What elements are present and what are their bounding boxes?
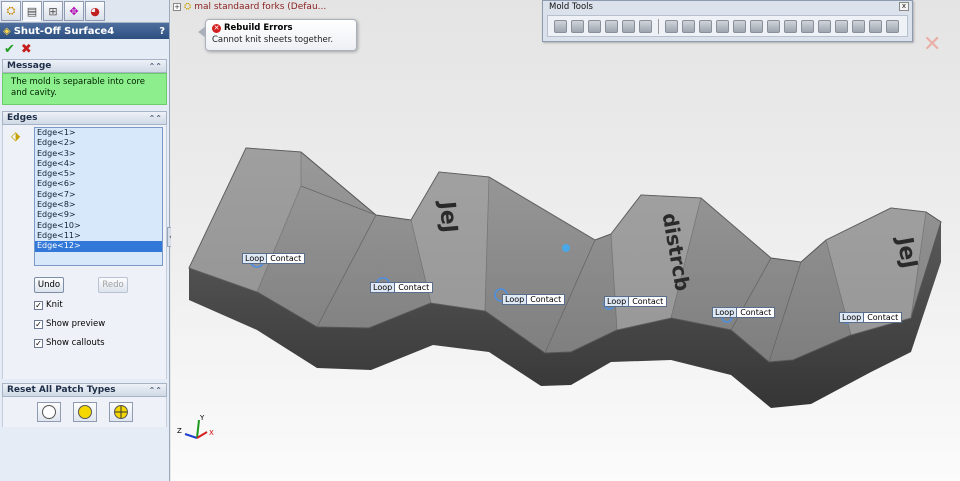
ok-cancel-row: ✔ ✖ <box>0 39 169 59</box>
yellow-circle-icon <box>77 405 92 419</box>
edges-group-header[interactable]: Edges ⌃⌃ <box>2 111 167 125</box>
patch-type-buttons <box>2 397 167 427</box>
configuration-manager-tab[interactable]: ⊞ <box>43 1 63 21</box>
callout-value[interactable]: Contact <box>737 308 774 317</box>
knit-label: Knit <box>46 300 63 310</box>
edge-list-item[interactable]: Edge<11> <box>35 231 162 241</box>
patch-none-button[interactable] <box>36 402 61 422</box>
configuration-icon: ⊞ <box>48 4 58 18</box>
show-preview-checkbox-row[interactable]: ✓ Show preview <box>34 319 105 329</box>
empty-circle-icon <box>41 405 56 419</box>
callout-key: Loop <box>503 295 528 304</box>
graphics-area[interactable]: + ⛭ mal standaard forks (Defau... ✕ Rebu… <box>171 0 960 481</box>
patch-group-title: Reset All Patch Types <box>7 385 116 395</box>
callout-key: Loop <box>713 308 738 317</box>
loop-callout[interactable]: Loop Contact <box>712 307 776 318</box>
edge-list-item[interactable]: Edge<7> <box>35 190 162 200</box>
edges-group-body: ⬗ Edge<1> Edge<2> Edge<3> Edge<4> Edge<5> Edg… <box>2 125 167 379</box>
triad-z-label: Z <box>177 427 182 435</box>
message-box: The mold is separable into core and cavi… <box>2 73 167 105</box>
dimxpert-manager-tab[interactable]: ✥ <box>64 1 84 21</box>
patch-group-header[interactable]: Reset All Patch Types ⌃⌃ <box>2 383 167 397</box>
callout-value[interactable]: Contact <box>629 297 666 306</box>
callout-value[interactable]: Contact <box>527 295 564 304</box>
reference-triad: Z Y X <box>177 414 214 439</box>
edge-list-item[interactable]: Edge<4> <box>35 159 162 169</box>
tangent-circle-icon <box>113 405 128 419</box>
show-callouts-checkbox[interactable]: ✓ <box>34 338 43 348</box>
knit-checkbox-row[interactable]: ✓ Knit <box>34 300 63 310</box>
edges-group-title: Edges <box>7 113 38 123</box>
edge-list-item[interactable]: Edge<5> <box>35 169 162 179</box>
loop-callout[interactable]: Loop Contact <box>242 253 306 264</box>
ok-checkmark-icon[interactable]: ✔ <box>4 42 15 57</box>
emboss-text-1: JeJ <box>434 199 462 234</box>
patch-tangent-button[interactable] <box>108 402 133 422</box>
edge-list-item[interactable]: Edge<1> <box>35 128 162 138</box>
callout-key: Loop <box>371 283 396 292</box>
knit-checkbox[interactable]: ✓ <box>34 300 43 310</box>
callout-key: Loop <box>605 297 630 306</box>
patch-contact-button[interactable] <box>72 402 97 422</box>
callout-key: Loop <box>243 254 268 263</box>
edge-list-item[interactable]: Edge<12> <box>35 241 162 252</box>
edge-list-item[interactable]: Edge<6> <box>35 179 162 189</box>
message-group-header[interactable]: Message ⌃⌃ <box>2 59 167 73</box>
edge-list-item[interactable]: Edge<2> <box>35 138 162 148</box>
triad-z-axis <box>184 433 198 439</box>
edge-list-item[interactable]: Edge<3> <box>35 149 162 159</box>
show-callouts-label: Show callouts <box>46 338 105 348</box>
callout-key: Loop <box>840 313 865 322</box>
show-preview-checkbox[interactable]: ✓ <box>34 319 43 329</box>
feature-manager-tab[interactable]: ⛭ <box>1 1 21 21</box>
edge-selection-icon: ⬗ <box>11 129 21 143</box>
loop-callout[interactable]: Loop Contact <box>502 294 566 305</box>
redo-button[interactable]: Redo <box>98 277 128 293</box>
mold-model-3d[interactable]: JeJ distrcb JeJ <box>171 0 960 481</box>
cancel-x-icon[interactable]: ✖ <box>21 42 32 57</box>
shut-off-surface-icon: ◈ <box>3 25 11 37</box>
property-manager-title-bar: ◈ Shut-Off Surface4 ? <box>0 23 169 39</box>
triad-x-label: X <box>209 429 214 437</box>
edge-list-item[interactable]: Edge<10> <box>35 221 162 231</box>
help-button[interactable]: ? <box>159 26 165 37</box>
property-manager-tab[interactable]: ▤ <box>22 1 42 21</box>
display-manager-tab[interactable]: ◕ <box>85 1 105 21</box>
callout-value[interactable]: Contact <box>395 283 432 292</box>
property-manager-panel: ⛭ ▤ ⊞ ✥ ◕ ◈ Shut-Off Surface4 ? ✔ ✖ Mess… <box>0 0 170 481</box>
loop-callout[interactable]: Loop Contact <box>370 282 434 293</box>
show-callouts-checkbox-row[interactable]: ✓ Show callouts <box>34 338 105 348</box>
property-manager-title: Shut-Off Surface4 <box>13 25 115 37</box>
undo-button[interactable]: Undo <box>34 277 64 293</box>
triad-y-label: Y <box>199 414 205 422</box>
dimxpert-icon: ✥ <box>69 4 79 18</box>
show-preview-label: Show preview <box>46 319 106 329</box>
manager-tab-bar: ⛭ ▤ ⊞ ✥ ◕ <box>0 0 169 23</box>
collapse-chevron-icon[interactable]: ⌃⌃ <box>149 386 162 395</box>
triad-y-axis <box>196 419 200 439</box>
feature-tree-icon: ⛭ <box>6 4 16 17</box>
property-sheet-icon: ▤ <box>26 4 38 18</box>
selection-point-icon[interactable] <box>562 244 570 252</box>
edge-list-item[interactable]: Edge<8> <box>35 200 162 210</box>
collapse-chevron-icon[interactable]: ⌃⌃ <box>149 114 162 123</box>
display-manager-icon: ◕ <box>90 4 100 18</box>
edge-selection-list[interactable]: Edge<1> Edge<2> Edge<3> Edge<4> Edge<5> Edge<… <box>34 127 163 266</box>
loop-callout[interactable]: Loop Contact <box>604 296 668 307</box>
loop-callout[interactable]: Loop Contact <box>839 312 903 323</box>
undo-redo-row: Undo Redo <box>34 277 128 293</box>
collapse-chevron-icon[interactable]: ⌃⌃ <box>149 62 162 71</box>
callout-value[interactable]: Contact <box>864 313 901 322</box>
message-group-title: Message <box>7 61 52 71</box>
callout-value[interactable]: Contact <box>267 254 304 263</box>
edge-list-item[interactable]: Edge<9> <box>35 210 162 220</box>
